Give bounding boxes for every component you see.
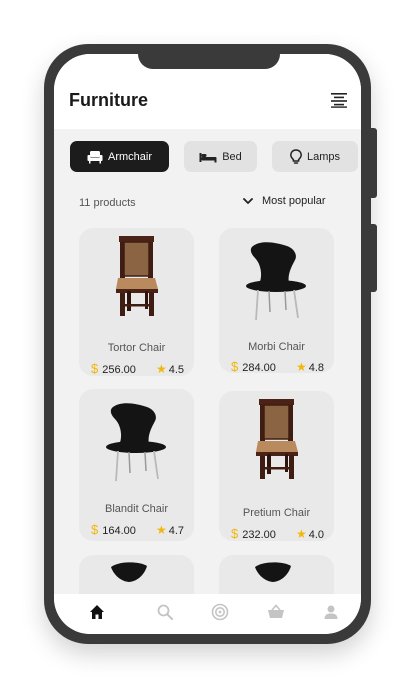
dollar-icon: $	[91, 522, 99, 537]
price-value: 164.00	[102, 525, 136, 537]
price-row: $232.00 ★ 4.0	[231, 526, 324, 541]
profile-icon[interactable]	[321, 602, 341, 622]
category-armchair[interactable]: Armchair	[70, 141, 169, 172]
wooden-chair-image	[116, 236, 158, 316]
product-card[interactable]: Morbi Chair $284.00 ★ 4.8	[219, 228, 334, 374]
rating-value: 4.7	[168, 524, 184, 537]
price: $256.00	[91, 361, 136, 376]
category-bed[interactable]: Bed	[184, 141, 257, 172]
product-name: Pretium Chair	[242, 507, 311, 519]
content-area: Armchair Bed Lamps 11 products Most popu…	[54, 129, 361, 594]
wooden-chair-image	[256, 399, 298, 479]
price-row: $284.00 ★ 4.8	[231, 359, 324, 374]
price: $164.00	[91, 522, 136, 537]
product-card-partial[interactable]	[219, 555, 334, 594]
product-card[interactable]: Tortor Chair $256.00 ★ 4.5	[79, 228, 194, 376]
bed-icon	[199, 152, 217, 162]
rating: ★ 4.0	[296, 527, 324, 541]
list-toolbar: 11 products Most popular	[54, 195, 361, 211]
price-row: $256.00 ★ 4.5	[91, 361, 184, 376]
black-shell-chair-image	[246, 242, 306, 321]
category-lamps[interactable]: Lamps	[272, 141, 358, 172]
product-card-partial[interactable]	[79, 555, 194, 594]
radar-icon[interactable]	[210, 602, 230, 622]
bottom-tab-bar	[54, 594, 361, 634]
rating: ★ 4.8	[296, 360, 324, 374]
chevron-down-icon	[243, 197, 253, 204]
sort-dropdown[interactable]: Most popular	[243, 195, 326, 207]
black-shell-chair-image	[255, 562, 291, 582]
price: $284.00	[231, 359, 276, 374]
dollar-icon: $	[91, 361, 99, 376]
category-lamps-label: Lamps	[306, 150, 341, 163]
price-value: 232.00	[242, 529, 276, 541]
star-icon: ★	[295, 359, 307, 374]
phone-frame: Furniture Armchair Bed Lamps 11 products…	[44, 44, 377, 644]
rating-value: 4.5	[168, 363, 184, 376]
price-value: 256.00	[102, 364, 136, 376]
sort-label: Most popular	[262, 195, 326, 207]
rating-value: 4.8	[308, 361, 324, 374]
product-name: Tortor Chair	[107, 342, 166, 354]
rating-value: 4.0	[308, 528, 324, 541]
price-row: $164.00 ★ 4.7	[91, 522, 184, 537]
rating: ★ 4.5	[156, 362, 184, 376]
black-shell-chair-image	[106, 403, 166, 482]
black-shell-chair-image	[111, 562, 147, 582]
product-name: Morbi Chair	[248, 341, 305, 353]
menu-icon[interactable]	[331, 92, 347, 108]
dollar-icon: $	[231, 526, 239, 541]
lamp-icon	[290, 148, 302, 164]
price-value: 284.00	[242, 362, 276, 374]
screen: Furniture Armchair Bed Lamps 11 products…	[54, 54, 361, 634]
side-button-lower	[371, 224, 377, 292]
rating: ★ 4.7	[156, 523, 184, 537]
category-armchair-label: Armchair	[107, 150, 152, 163]
armchair-icon	[87, 150, 103, 163]
product-card[interactable]: Blandit Chair $164.00 ★ 4.7	[79, 389, 194, 541]
category-tabs: Armchair Bed Lamps	[54, 141, 361, 173]
star-icon: ★	[295, 526, 307, 541]
notch	[138, 54, 280, 69]
product-name: Blandit Chair	[105, 503, 168, 515]
star-icon: ★	[155, 522, 167, 537]
home-icon[interactable]	[87, 602, 107, 622]
category-bed-label: Bed	[222, 150, 242, 163]
product-count: 11 products	[79, 197, 136, 209]
dollar-icon: $	[231, 359, 239, 374]
product-card[interactable]: Pretium Chair $232.00 ★ 4.0	[219, 391, 334, 541]
side-button-upper	[371, 128, 377, 198]
price: $232.00	[231, 526, 276, 541]
basket-icon[interactable]	[266, 602, 286, 622]
page-title: Furniture	[69, 90, 148, 110]
star-icon: ★	[155, 361, 167, 376]
search-icon[interactable]	[155, 602, 175, 622]
